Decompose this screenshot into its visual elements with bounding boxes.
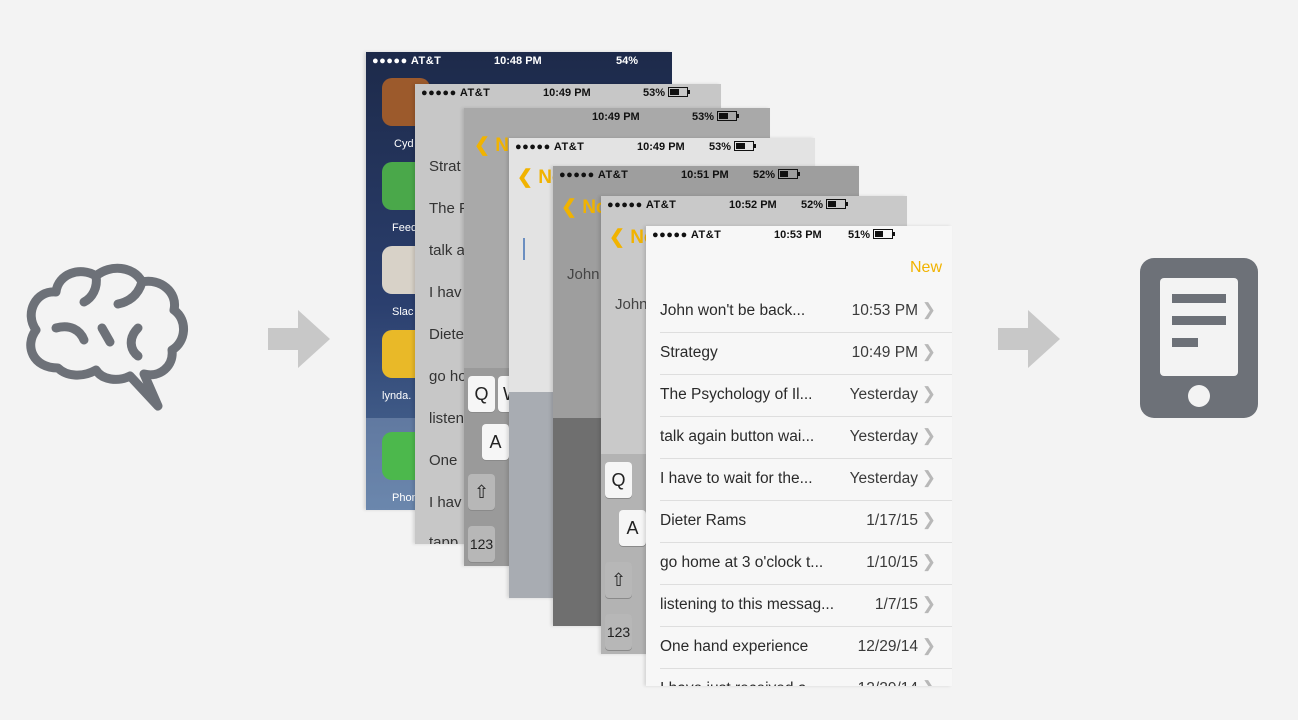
note-row[interactable]: I have just received a... 12/29/14 ❯ [660,668,952,686]
tablet-document-icon [1140,258,1258,418]
note-row[interactable]: One hand experience 12/29/14 ❯ [660,626,952,669]
chevron-right-icon: ❯ [921,510,936,529]
status-bar: ●●●●● AT&T 10:51 PM 52% [553,166,859,186]
time-label: 10:53 PM [774,229,822,241]
note-title: Dieter Rams [660,512,747,529]
list-item: tapp [429,534,459,544]
chevron-right-icon: ❯ [921,468,936,487]
note-date: 10:49 PM [851,344,918,361]
list-item: talk a [429,242,465,259]
note-row[interactable]: Dieter Rams 1/17/15 ❯ [660,500,952,543]
app-label: Feed [392,222,418,234]
chevron-right-icon: ❯ [921,552,936,571]
note-title: The Psychology of Il... [660,386,813,403]
note-row[interactable]: I have to wait for the... Yesterday ❯ [660,458,952,501]
battery-label: 52% [801,199,849,211]
chevron-right-icon: ❯ [921,594,936,613]
battery-label: 52% [753,169,801,181]
note-row[interactable]: The Psychology of Il... Yesterday ❯ [660,374,952,417]
battery-label: 54% [616,55,639,67]
status-bar: 10:49 PM 53% [464,108,770,128]
note-date: Yesterday [849,428,918,445]
battery-label: 51% [848,229,896,241]
list-item: Strat [429,158,461,175]
note-title: talk again button wai... [660,428,815,445]
note-title: go home at 3 o'clock t... [660,554,824,571]
note-date: Yesterday [849,386,918,403]
chevron-right-icon: ❯ [921,636,936,655]
time-label: 10:49 PM [592,111,640,123]
time-label: 10:51 PM [681,169,729,181]
list-item: I hav [429,284,462,301]
carrier-label: ●●●●● AT&T [515,141,585,153]
app-label: lynda. [382,390,412,402]
time-label: 10:49 PM [543,87,591,99]
arrow-right-icon [998,310,1060,368]
app-label: Slac [392,306,414,318]
note-title: listening to this messag... [660,596,835,613]
note-text: John [567,266,600,283]
note-date: 12/29/14 [858,680,918,686]
carrier-label: ●●●●● AT&T [607,199,677,211]
brain-icon [26,263,188,411]
list-item: Diete [429,326,465,343]
notes-list-screen: ●●●●● AT&T 10:53 PM 51% New John won't b… [646,226,952,686]
chevron-right-icon: ❯ [921,300,936,319]
app-label: Cyd [394,138,414,150]
note-date: 1/17/15 [866,512,918,529]
note-date: Yesterday [849,470,918,487]
status-bar: ●●●●● AT&T 10:49 PM 53% [509,138,815,158]
app-label: Phon [392,492,418,504]
carrier-label: ●●●●● AT&T [559,169,629,181]
chevron-right-icon: ❯ [921,426,936,445]
chevron-right-icon: ❯ [922,678,936,686]
text-cursor [523,238,525,260]
status-bar: ●●●●● AT&T 10:48 PM 54% [366,52,672,72]
status-bar: ●●●●● AT&T 10:53 PM 51% [646,226,952,246]
carrier-label: ●●●●● AT&T [421,87,491,99]
carrier-label: ●●●●● AT&T [652,229,722,241]
key-q[interactable]: Q [605,462,632,498]
arrow-right-icon [268,310,330,368]
time-label: 10:52 PM [729,199,777,211]
time-label: 10:49 PM [637,141,685,153]
note-text: John [615,296,648,313]
note-title: I have to wait for the... [660,470,813,487]
shift-key[interactable]: ⇧ [605,562,632,598]
new-note-button[interactable]: New [910,259,942,277]
list-item: I hav [429,494,462,511]
note-row[interactable]: listening to this messag... 1/7/15 ❯ [660,584,952,627]
list-item: One [429,452,458,469]
key-a[interactable]: A [619,510,646,546]
battery-label: 53% [643,87,691,99]
note-row[interactable]: go home at 3 o'clock t... 1/10/15 ❯ [660,542,952,585]
note-title: I have just received a... [660,680,838,686]
chevron-right-icon: ❯ [921,384,936,403]
note-row[interactable]: talk again button wai... Yesterday ❯ [660,416,952,459]
key-a[interactable]: A [482,424,509,460]
note-title: Strategy [660,344,718,361]
note-date: 1/10/15 [866,554,918,571]
list-item: listen [429,410,465,427]
numbers-key[interactable]: 123 [605,614,632,650]
note-title: John won't be back... [660,302,806,319]
note-date: 12/29/14 [857,638,918,655]
carrier-label: ●●●●● AT&T [372,55,442,67]
note-title: One hand experience [660,638,809,655]
chevron-right-icon: ❯ [921,342,936,361]
status-bar: ●●●●● AT&T 10:52 PM 52% [601,196,907,216]
battery-label: 53% [692,111,740,123]
numbers-key[interactable]: 123 [468,526,495,562]
note-date: 10:53 PM [851,302,918,319]
note-date: 1/7/15 [874,596,918,613]
time-label: 10:48 PM [494,55,542,67]
status-bar: ●●●●● AT&T 10:49 PM 53% [415,84,721,104]
battery-label: 53% [709,141,757,153]
key-q[interactable]: Q [468,376,495,412]
note-row[interactable]: John won't be back... 10:53 PM ❯ [660,290,952,333]
list-item: go ho [429,368,467,385]
shift-key[interactable]: ⇧ [468,474,495,510]
note-row[interactable]: Strategy 10:49 PM ❯ [660,332,952,375]
